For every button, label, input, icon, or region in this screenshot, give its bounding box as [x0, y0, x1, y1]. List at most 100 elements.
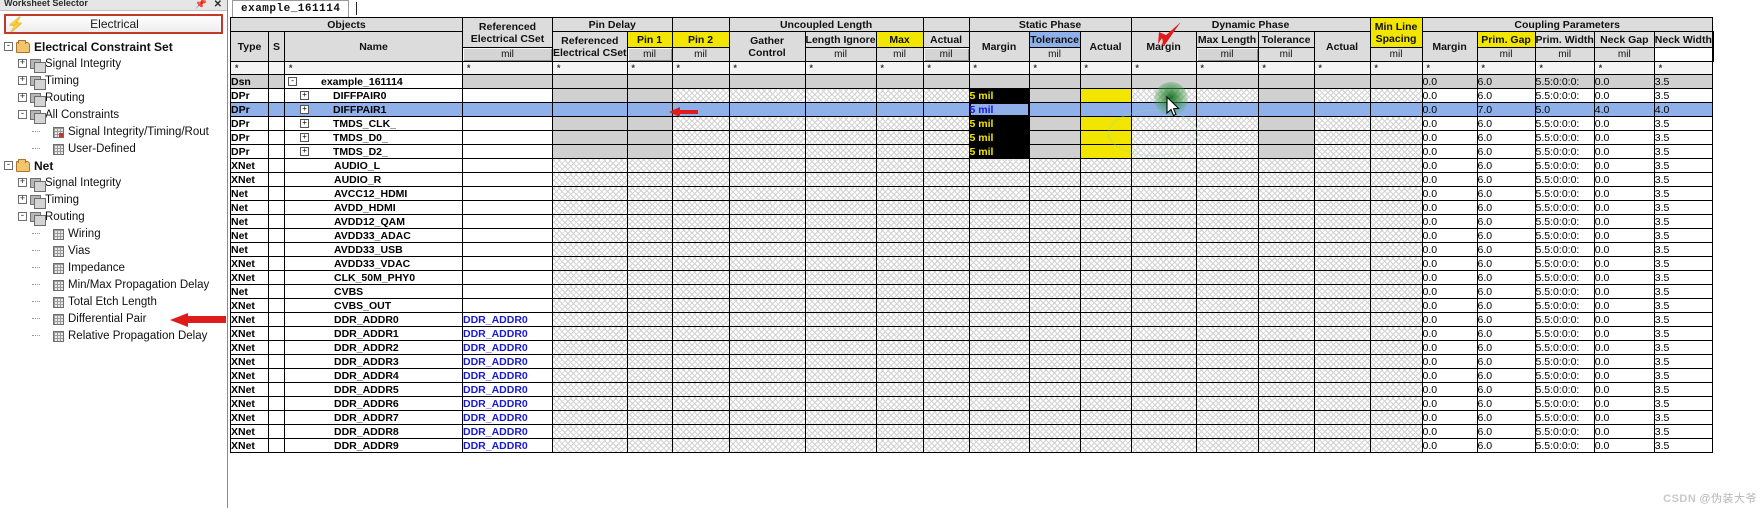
cell-pin1-delay[interactable]: [552, 130, 628, 145]
cell-uncoupled-max[interactable]: [804, 228, 877, 243]
cell-dynamic-max-length[interactable]: [1130, 256, 1197, 271]
tree-item-min-max-propagation-delay[interactable]: Min/Max Propagation Delay: [4, 276, 227, 293]
group-header-blank[interactable]: [671, 17, 730, 32]
cell-pin1-delay[interactable]: [552, 368, 628, 383]
cell-dynamic-margin[interactable]: [1313, 270, 1371, 285]
cell-dynamic-tolerance[interactable]: [1195, 424, 1259, 439]
cell-static-phase-tolerance[interactable]: [968, 424, 1030, 439]
expand-icon[interactable]: +: [18, 59, 27, 68]
cell-dynamic-actual[interactable]: [1257, 340, 1315, 355]
cell-status[interactable]: [268, 144, 285, 159]
table-row[interactable]: XNet DDR_ADDR7 DDR_ADDR0 0.0 6.0 5.5:0:0:0: 0.…: [230, 410, 1714, 425]
cell-dynamic-actual[interactable]: [1257, 410, 1315, 425]
cell-static-phase-actual[interactable]: [1028, 270, 1081, 285]
cell-dynamic-actual[interactable]: [1257, 312, 1315, 327]
tree-item-impedance[interactable]: Impedance: [4, 259, 227, 276]
cell-length-ignore[interactable]: [728, 158, 806, 173]
cell-uncoupled-actual[interactable]: [875, 340, 924, 355]
cell-status[interactable]: [268, 354, 285, 369]
table-row[interactable]: XNet CVBS_OUT 0.0 6.0 5.5:0:0:0: 0.0 3.5: [230, 298, 1714, 313]
cell-type[interactable]: DPr: [230, 88, 269, 103]
cell-uncoupled-actual[interactable]: [875, 298, 924, 313]
filter-cell-10[interactable]: *: [922, 61, 970, 75]
cell-prim-width[interactable]: 6.0: [1476, 88, 1536, 103]
cell-prim-gap[interactable]: 0.0: [1421, 200, 1478, 215]
cell-pin2-delay[interactable]: [626, 186, 673, 201]
cell-neck-width[interactable]: 0.0: [1593, 242, 1655, 257]
tree-item-electrical-constraint-set[interactable]: - Electrical Constraint Set: [4, 38, 227, 55]
cell-neck-width[interactable]: 0.0: [1593, 424, 1655, 439]
cell-coupling-extra[interactable]: 3.5: [1653, 396, 1713, 411]
cell-neck-width[interactable]: 0.0: [1593, 354, 1655, 369]
cell-static-phase-actual[interactable]: [1028, 368, 1081, 383]
group-header-objects[interactable]: Objects: [230, 17, 463, 32]
cell-dynamic-margin[interactable]: [1313, 102, 1371, 117]
cell-static-phase-actual[interactable]: [1028, 438, 1081, 453]
cell-status[interactable]: [268, 242, 285, 257]
table-row[interactable]: XNet AUDIO_L 0.0 6.0 5.5:0:0:0: 0.0 3.5: [230, 158, 1714, 173]
cell-type[interactable]: DPr: [230, 102, 269, 117]
cell-type[interactable]: XNet: [230, 312, 269, 327]
cell-neck-gap[interactable]: 5.5:0:0:0:: [1534, 424, 1595, 439]
cell-length-ignore[interactable]: [728, 74, 806, 89]
cell-min-line-spacing[interactable]: [1369, 312, 1423, 327]
cell-referenced-cset[interactable]: DDR_ADDR0: [462, 354, 553, 369]
cell-referenced-cset[interactable]: [462, 270, 553, 285]
cell-static-phase-actual[interactable]: [1028, 354, 1081, 369]
table-row[interactable]: DPr + TMDS_CLK_ 5 mil 0.0 6.0 5.5:0:0:0: 0.0 3.5: [230, 116, 1714, 131]
cell-static-phase-tolerance[interactable]: [968, 326, 1030, 341]
cell-uncoupled-actual[interactable]: [875, 438, 924, 453]
cell-min-line-spacing[interactable]: [1369, 88, 1423, 103]
cell-neck-width[interactable]: 0.0: [1593, 270, 1655, 285]
cell-dynamic-tolerance[interactable]: [1195, 102, 1259, 117]
cell-length-ignore[interactable]: [728, 270, 806, 285]
cell-gather-control[interactable]: [671, 326, 730, 341]
cell-length-ignore[interactable]: [728, 116, 806, 131]
cell-dynamic-margin[interactable]: [1313, 200, 1371, 215]
cell-dynamic-actual[interactable]: [1257, 438, 1315, 453]
cell-prim-gap[interactable]: 0.0: [1421, 228, 1478, 243]
cell-min-line-spacing[interactable]: [1369, 424, 1423, 439]
cell-static-phase-margin[interactable]: [1079, 116, 1132, 131]
cell-dynamic-actual[interactable]: [1257, 130, 1315, 145]
column-header-gather-control-6[interactable]: Gather Control: [728, 31, 806, 62]
collapse-icon[interactable]: -: [4, 42, 13, 51]
cell-pin2-delay[interactable]: [626, 270, 673, 285]
cell-gather-control[interactable]: [671, 158, 730, 173]
cell-min-line-spacing[interactable]: [1369, 340, 1423, 355]
group-header-coupling-parameters[interactable]: Coupling Parameters: [1421, 17, 1713, 32]
cell-type[interactable]: XNet: [230, 172, 269, 187]
cell-min-line-spacing[interactable]: [1369, 396, 1423, 411]
cell-pin2-delay[interactable]: [626, 102, 673, 117]
column-header-type-0[interactable]: Type: [230, 31, 269, 62]
cell-uncoupled-max[interactable]: [804, 368, 877, 383]
cell-dynamic-actual[interactable]: [1257, 354, 1315, 369]
cell-prim-width[interactable]: 6.0: [1476, 410, 1536, 425]
cell-min-line-spacing[interactable]: [1369, 382, 1423, 397]
cell-pin2-delay[interactable]: [626, 228, 673, 243]
cell-status[interactable]: [268, 116, 285, 131]
cell-referenced-cset[interactable]: [462, 102, 553, 117]
collapse-icon[interactable]: -: [4, 161, 13, 170]
filter-cell-14[interactable]: *: [1130, 61, 1197, 75]
cell-uncoupled-max[interactable]: [804, 298, 877, 313]
cell-static-phase-margin[interactable]: [1079, 186, 1132, 201]
cell-prim-gap[interactable]: 0.0: [1421, 438, 1478, 453]
group-header-static-phase[interactable]: Static Phase: [968, 17, 1132, 32]
cell-dynamic-actual[interactable]: [1257, 242, 1315, 257]
cell-pin1-delay[interactable]: [552, 172, 628, 187]
cell-pin1-delay[interactable]: [552, 228, 628, 243]
cell-name[interactable]: DDR_ADDR8: [284, 424, 463, 439]
cell-prim-width[interactable]: 6.0: [1476, 340, 1536, 355]
cell-dynamic-max-length[interactable]: [1130, 284, 1197, 299]
cell-dynamic-margin[interactable]: [1313, 424, 1371, 439]
table-row[interactable]: XNet DDR_ADDR8 DDR_ADDR0 0.0 6.0 5.5:0:0:0: 0.…: [230, 424, 1714, 439]
cell-gather-control[interactable]: [671, 74, 730, 89]
cell-name[interactable]: AVDD33_ADAC: [284, 228, 463, 243]
cell-gather-control[interactable]: [671, 144, 730, 159]
column-header-neck-gap-21[interactable]: Neck Gap: [1593, 31, 1655, 48]
cell-gather-control[interactable]: [671, 186, 730, 201]
cell-uncoupled-margin[interactable]: [922, 312, 970, 327]
cell-length-ignore[interactable]: [728, 200, 806, 215]
cell-dynamic-margin[interactable]: [1313, 396, 1371, 411]
